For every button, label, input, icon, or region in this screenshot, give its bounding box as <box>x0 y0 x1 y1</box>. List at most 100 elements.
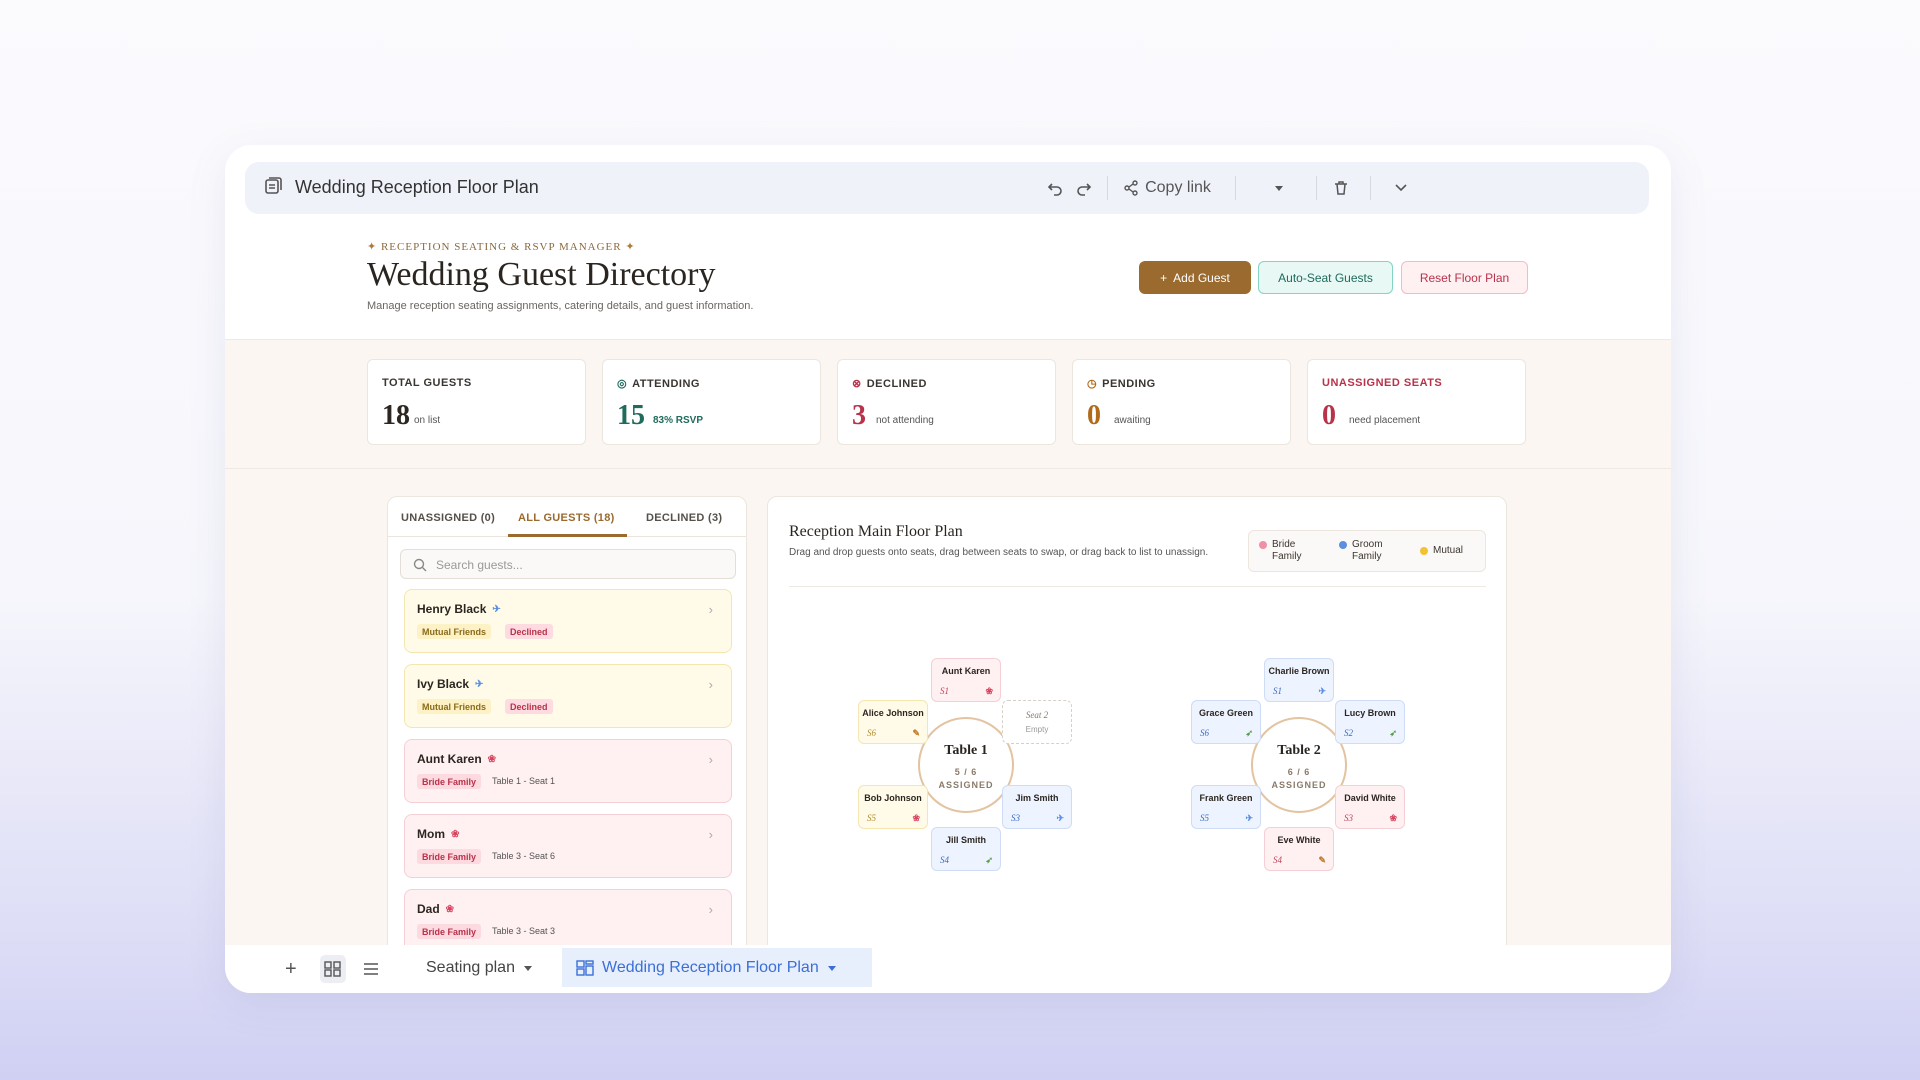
group-badge: Bride Family <box>417 924 482 939</box>
stat-unassigned-seats: UNASSIGNED SEATS 0 need placement <box>1307 359 1526 445</box>
eyebrow-text: RECEPTION SEATING & RSVP MANAGER <box>380 241 622 253</box>
title-bar: Wedding Reception Floor Plan Copy link <box>245 162 1649 214</box>
seat-t2-s5[interactable]: Frank Green S5 ✈ <box>1191 785 1261 829</box>
chevron-right-icon: › <box>708 827 713 842</box>
table-assigned-label: ASSIGNED <box>938 780 994 790</box>
add-guest-button[interactable]: + Add Guest <box>1139 261 1251 294</box>
reset-floor-plan-label: Reset Floor Plan <box>1419 270 1510 285</box>
seat-t1-s6[interactable]: Alice Johnson S6 ✎ <box>858 700 928 744</box>
guest-card[interactable]: Ivy Black ✈ › Mutual Friends Declined <box>404 664 732 728</box>
seat-t1-s1[interactable]: Aunt Karen S1 ❀ <box>931 658 1001 702</box>
copy-link-button[interactable]: Copy link <box>1117 175 1217 201</box>
guest-name: Aunt Karen ❀ <box>417 752 496 766</box>
stat-attending: ◎ ATTENDING 15 83% RSVP <box>602 359 821 445</box>
page-title: Wedding Guest Directory <box>367 256 716 293</box>
table-2[interactable]: Table 2 6 / 6 ASSIGNED <box>1251 717 1347 813</box>
guest-name-text: Ivy Black <box>417 677 470 691</box>
active-tab-indicator <box>508 534 627 537</box>
table-assigned-count: 6 / 6 <box>1287 767 1311 777</box>
seat-t1-s5[interactable]: Bob Johnson S5 ❀ <box>858 785 928 829</box>
seat-number: S6 <box>867 728 876 738</box>
delete-button[interactable] <box>1329 175 1353 201</box>
stat-label: ◷ PENDING <box>1087 377 1156 391</box>
trash-icon <box>1335 181 1347 195</box>
guest-card[interactable]: Aunt Karen ❀ › Bride Family Table 1 - Sea… <box>404 739 732 803</box>
add-sheet-button[interactable]: + <box>285 955 297 983</box>
stat-label: ⊗ DECLINED <box>852 377 927 391</box>
legend: Bride Family Groom Family Mutual <box>1248 530 1486 572</box>
seat-t1-s2[interactable]: Seat 2 Empty <box>1002 700 1072 744</box>
stat-sub: 83% RSVP <box>653 415 704 426</box>
seat-t2-s3[interactable]: David White S3 ❀ <box>1335 785 1405 829</box>
guest-name-text: Dad <box>417 902 440 916</box>
bird-icon: ✈ <box>1318 686 1326 696</box>
more-options-button[interactable] <box>1389 175 1413 201</box>
share-icon <box>1124 180 1138 196</box>
redo-button[interactable] <box>1072 175 1096 201</box>
stat-value: 0 <box>1087 400 1101 431</box>
undo-icon <box>1047 183 1062 196</box>
list-view-button[interactable] <box>363 955 379 983</box>
guest-tabs: UNASSIGNED (0) ALL GUESTS (18) DECLINED … <box>388 497 746 537</box>
seat-guest: Bob Johnson <box>864 793 922 803</box>
flower-icon: ❀ <box>1389 813 1397 823</box>
stat-pending: ◷ PENDING 0 awaiting <box>1072 359 1291 445</box>
legend-bride: Bride Family <box>1259 539 1319 563</box>
auto-seat-button[interactable]: Auto-Seat Guests <box>1258 261 1393 294</box>
seat-empty-label: Empty <box>1025 725 1049 734</box>
tab-unassigned[interactable]: UNASSIGNED (0) <box>401 512 495 524</box>
seat-t2-s1[interactable]: Charlie Brown S1 ✈ <box>1264 658 1334 702</box>
leaf-icon: ➶ <box>1389 728 1397 738</box>
seat-t2-s4[interactable]: Eve White S4 ✎ <box>1264 827 1334 871</box>
seat-number: S1 <box>940 686 949 696</box>
stat-label: UNASSIGNED SEATS <box>1322 377 1442 389</box>
table-assigned-count: 5 / 6 <box>954 767 978 777</box>
diamond-icon: ✦ <box>625 241 636 253</box>
guest-list-panel: UNASSIGNED (0) ALL GUESTS (18) DECLINED … <box>387 496 747 974</box>
undo-button[interactable] <box>1043 175 1067 201</box>
stats-row: TOTAL GUESTS 18 on list ◎ ATTENDING 15 83… <box>225 339 1671 469</box>
seat-guest: Seat 2 <box>1025 710 1049 720</box>
seat-number: S4 <box>940 855 949 865</box>
declined-badge: Declined <box>505 699 553 714</box>
legend-label: Mutual <box>1433 545 1464 556</box>
search-input[interactable]: Search guests... <box>400 549 736 579</box>
seat-t1-s3[interactable]: Jim Smith S3 ✈ <box>1002 785 1072 829</box>
clock-icon: ◷ <box>1087 378 1098 390</box>
guest-card[interactable]: Henry Black ✈ › Mutual Friends Declined <box>404 589 732 653</box>
stat-value: 18 <box>382 400 410 431</box>
tab-all-guests[interactable]: ALL GUESTS (18) <box>518 512 615 524</box>
seat-guest: Grace Green <box>1198 708 1254 718</box>
copy-link-label: Copy link <box>1145 179 1211 196</box>
seat-assignment: Table 3 - Seat 3 <box>492 926 556 936</box>
floor-plan-title: Reception Main Floor Plan <box>789 523 963 540</box>
guest-card[interactable]: Mom ❀ › Bride Family Table 3 - Seat 6 <box>404 814 732 878</box>
reset-floor-plan-button[interactable]: Reset Floor Plan <box>1401 261 1528 294</box>
seat-t1-s4[interactable]: Jill Smith S4 ➶ <box>931 827 1001 871</box>
stat-declined: ⊗ DECLINED 3 not attending <box>837 359 1056 445</box>
separator <box>1316 176 1317 200</box>
auto-seat-label: Auto-Seat Guests <box>1278 270 1373 285</box>
seat-guest: Lucy Brown <box>1344 708 1396 718</box>
legend-mutual: Mutual <box>1420 545 1463 557</box>
menu-icon <box>364 963 378 975</box>
table-assigned: 5 / 6 ASSIGNED <box>920 766 1012 792</box>
seat-number: S3 <box>1344 813 1353 823</box>
guest-card[interactable]: Dad ❀ › Bride Family Table 3 - Seat 3 <box>404 889 732 953</box>
app-window: Wedding Reception Floor Plan Copy link ✦… <box>225 145 1671 993</box>
page-subtitle: Manage reception seating assignments, ca… <box>367 300 754 312</box>
seat-t2-s2[interactable]: Lucy Brown S2 ➶ <box>1335 700 1405 744</box>
group-badge: Bride Family <box>417 774 482 789</box>
share-dropdown-button[interactable] <box>1269 175 1289 201</box>
floor-plan-description: Drag and drop guests onto seats, drag be… <box>789 547 1209 558</box>
flower-icon: ❀ <box>445 903 455 915</box>
seat-guest: Alice Johnson <box>862 708 924 718</box>
seat-t2-s6[interactable]: Grace Green S6 ➶ <box>1191 700 1261 744</box>
table-1[interactable]: Table 1 5 / 6 ASSIGNED <box>918 717 1014 813</box>
guest-name-text: Aunt Karen <box>417 752 482 766</box>
table-assigned: 6 / 6 ASSIGNED <box>1253 766 1345 792</box>
sheet-tab-floor-plan[interactable]: Wedding Reception Floor Plan <box>562 948 872 987</box>
sheet-tab-seating-plan[interactable]: Seating plan <box>426 948 533 987</box>
grid-view-button[interactable] <box>320 955 346 983</box>
tab-declined[interactable]: DECLINED (3) <box>646 512 722 524</box>
